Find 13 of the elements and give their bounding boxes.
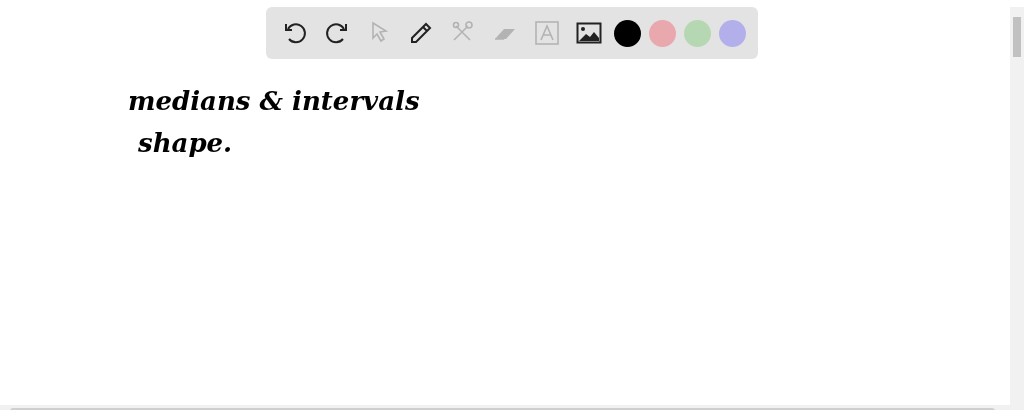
color-swatch[interactable] (649, 19, 676, 47)
undo-icon (282, 20, 308, 46)
vertical-scrollbar[interactable] (1010, 7, 1024, 405)
text-icon (534, 20, 560, 46)
pencil-icon (408, 20, 434, 46)
handwritten-note: shape. (138, 126, 233, 160)
color-swatch[interactable] (614, 19, 641, 47)
color-swatch[interactable] (684, 19, 711, 47)
redo-icon (324, 20, 350, 46)
image-icon (576, 20, 602, 46)
color-swatch[interactable] (719, 19, 746, 47)
scrollbar-thumb[interactable] (1013, 17, 1021, 57)
handwritten-note: medians & intervals (128, 85, 420, 118)
